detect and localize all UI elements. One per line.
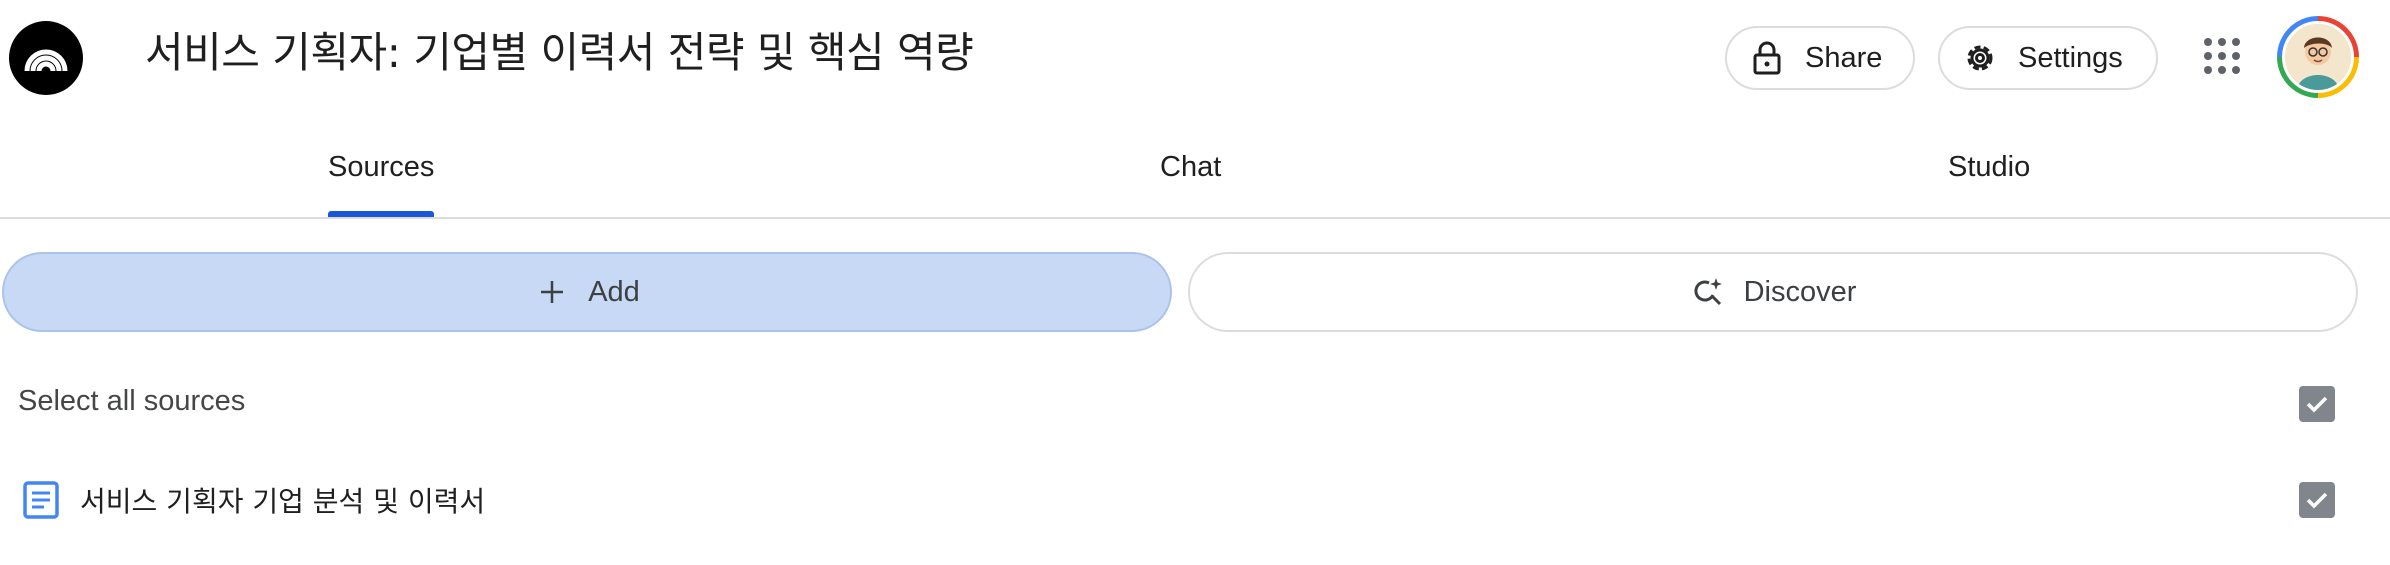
settings-button[interactable]: Settings bbox=[1938, 26, 2158, 90]
settings-label: Settings bbox=[2018, 41, 2123, 74]
discover-label: Discover bbox=[1743, 275, 1857, 308]
apps-grid-icon[interactable] bbox=[2204, 38, 2240, 74]
avatar-image bbox=[2282, 21, 2354, 93]
source-item-checkbox[interactable] bbox=[2299, 482, 2335, 518]
source-item-title[interactable]: 서비스 기획자 기업 분석 및 이력서 bbox=[80, 480, 485, 520]
notebook-title[interactable]: 서비스 기획자: 기업별 이력서 전략 및 핵심 역량 bbox=[145, 26, 974, 80]
select-all-label: Select all sources bbox=[18, 385, 246, 417]
discover-search-icon bbox=[1690, 274, 1726, 310]
discover-button[interactable]: Discover bbox=[1188, 252, 2358, 332]
tab-bar: Sources Chat Studio bbox=[0, 115, 2390, 219]
tab-sources[interactable]: Sources bbox=[328, 151, 434, 184]
tab-studio[interactable]: Studio bbox=[1948, 151, 2030, 184]
avatar[interactable] bbox=[2277, 16, 2359, 98]
document-icon bbox=[22, 480, 60, 520]
select-all-checkbox[interactable] bbox=[2299, 386, 2335, 422]
checkmark-icon bbox=[2306, 396, 2328, 413]
app-header: 서비스 기획자: 기업별 이력서 전략 및 핵심 역량 Share Settin… bbox=[0, 0, 2390, 115]
checkmark-icon bbox=[2306, 492, 2328, 509]
plus-icon bbox=[534, 274, 570, 310]
lock-icon bbox=[1749, 40, 1785, 76]
share-button[interactable]: Share bbox=[1725, 26, 1915, 90]
tab-chat[interactable]: Chat bbox=[1160, 151, 1221, 184]
notebook-logo-icon[interactable] bbox=[9, 21, 83, 95]
gear-icon bbox=[1962, 40, 1998, 76]
active-tab-indicator bbox=[328, 211, 434, 217]
add-source-button[interactable]: Add bbox=[2, 252, 1172, 332]
add-label: Add bbox=[588, 275, 640, 308]
share-label: Share bbox=[1805, 41, 1883, 74]
